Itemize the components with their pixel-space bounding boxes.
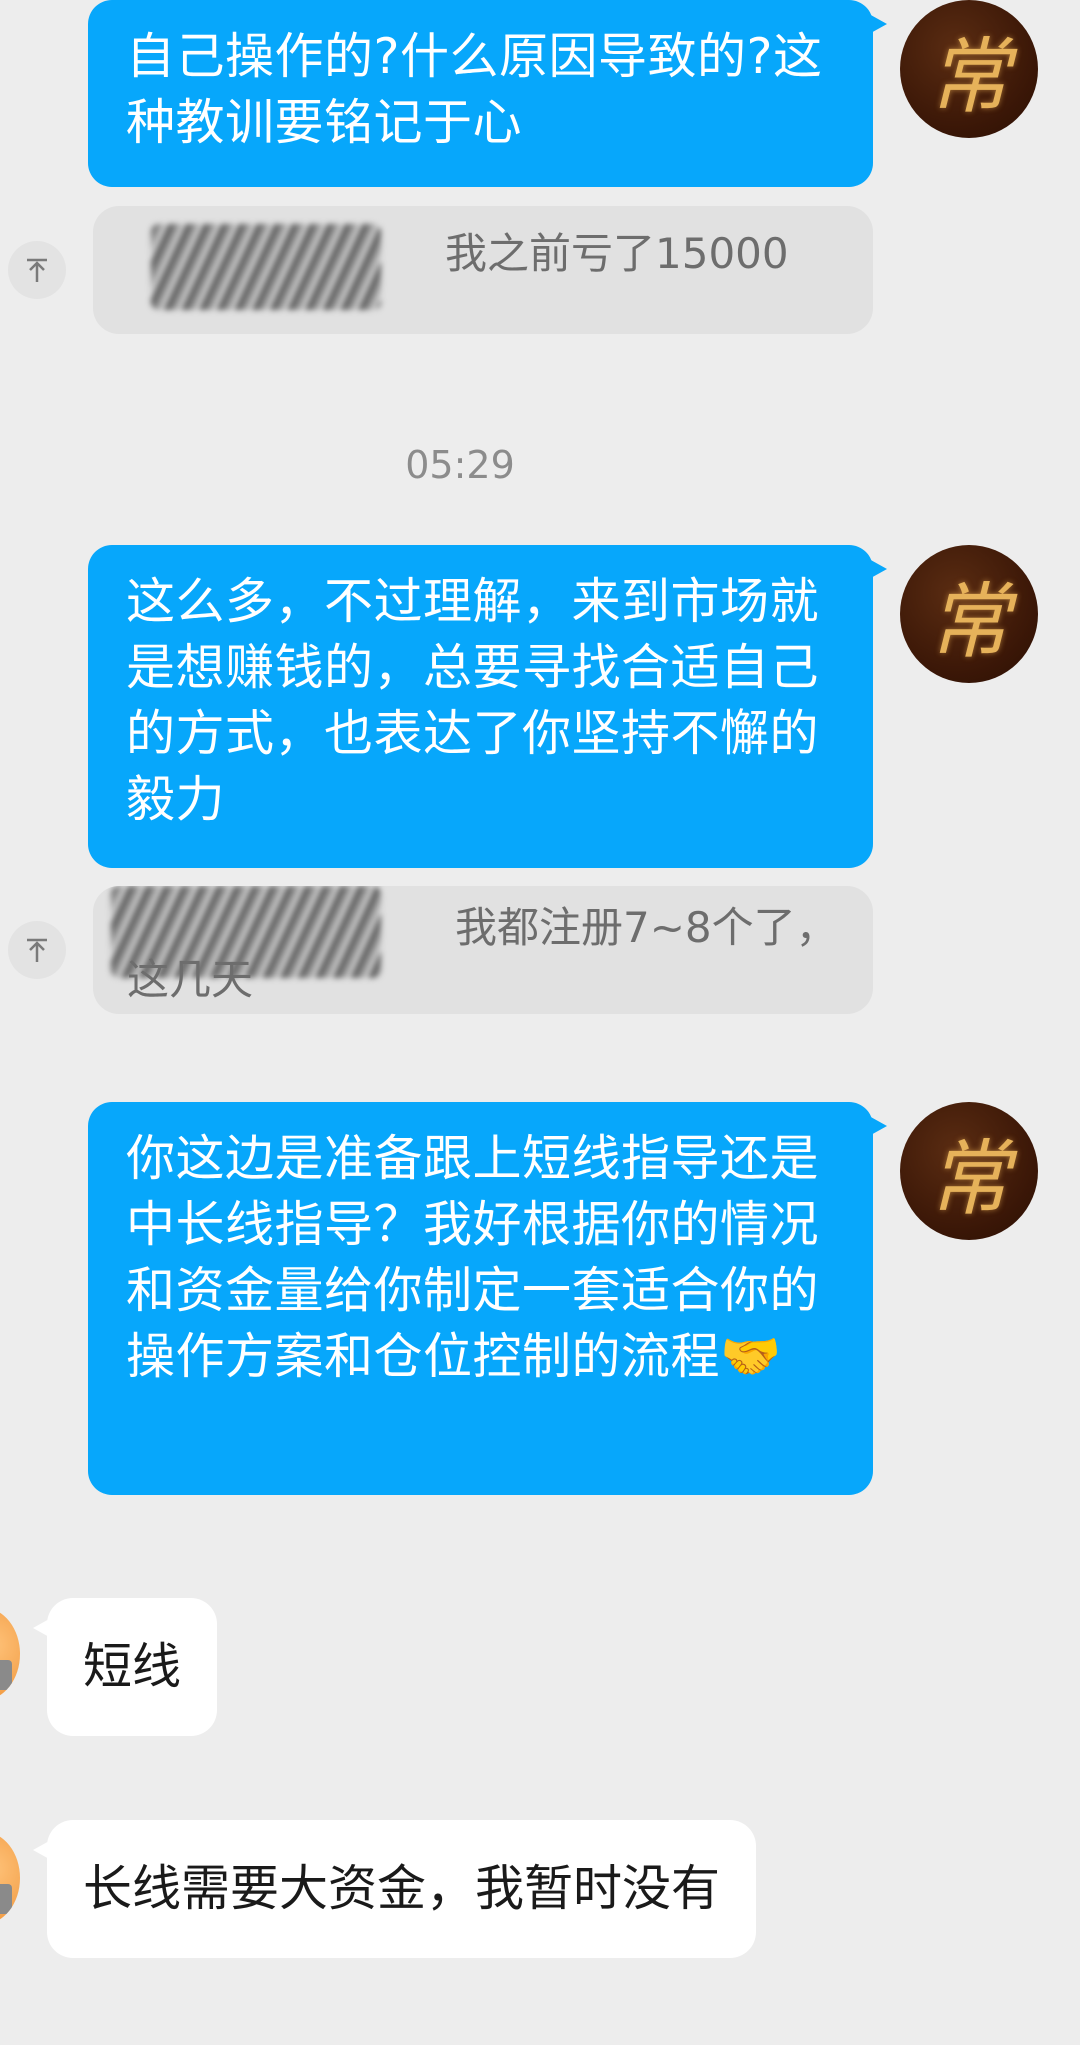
blurred-name	[151, 224, 381, 310]
self-avatar[interactable]: 常	[900, 545, 1038, 683]
outgoing-message-bubble[interactable]: 这么多，不过理解，来到市场就是想赚钱的，总要寻找合适自己的方式，也表达了你坚持不…	[88, 545, 887, 868]
quote-jump-icon[interactable]	[8, 921, 66, 979]
quoted-text: 这几天	[127, 955, 254, 1004]
avatar-figure	[0, 1660, 12, 1690]
incoming-message-bubble[interactable]: 长线需要大资金，我暂时没有	[32, 1820, 757, 1958]
timestamp: 05:29	[405, 443, 515, 487]
outgoing-message-bubble[interactable]: 你这边是准备跟上短线指导还是中长线指导？我好根据你的情况和资金量给你制定一套适合…	[88, 1102, 887, 1495]
message-text: 自己操作的?什么原因导致的?这种教训要铭记于心	[126, 28, 823, 151]
message-text: 短线	[83, 1638, 182, 1695]
avatar-glyph: 常	[928, 29, 1010, 125]
outgoing-message-bubble[interactable]: 自己操作的?什么原因导致的?这种教训要铭记于心	[88, 0, 887, 187]
self-avatar[interactable]: 常	[900, 0, 1038, 138]
avatar-figure	[0, 1884, 12, 1914]
avatar-glyph: 常	[928, 1131, 1010, 1227]
other-avatar[interactable]	[0, 1832, 20, 1924]
quote-jump-icon[interactable]	[8, 241, 66, 299]
chat-view[interactable]: 自己操作的?什么原因导致的?这种教训要铭记于心 常 我之前亏了15000 05:…	[0, 0, 1080, 2045]
other-avatar[interactable]	[0, 1608, 20, 1700]
avatar-glyph: 常	[928, 574, 1010, 670]
self-avatar[interactable]: 常	[900, 1102, 1038, 1240]
message-text: 长线需要大资金，我暂时没有	[83, 1860, 721, 1917]
incoming-message-bubble[interactable]: 短线	[32, 1598, 218, 1736]
arrow-up-to-top-icon	[27, 258, 47, 282]
arrow-up-to-top-icon	[27, 938, 47, 962]
message-text: 这么多，不过理解，来到市场就是想赚钱的，总要寻找合适自己的方式，也表达了你坚持不…	[126, 573, 820, 828]
quoted-message[interactable]: 我都注册7~8个了， 这几天	[93, 886, 873, 1014]
quoted-message[interactable]: 我之前亏了15000	[93, 206, 873, 334]
message-text: 你这边是准备跟上短线指导还是中长线指导？我好根据你的情况和资金量给你制定一套适合…	[126, 1130, 820, 1385]
quoted-text: 我之前亏了15000	[445, 229, 789, 278]
quoted-text: 我都注册7~8个了，	[455, 903, 838, 952]
